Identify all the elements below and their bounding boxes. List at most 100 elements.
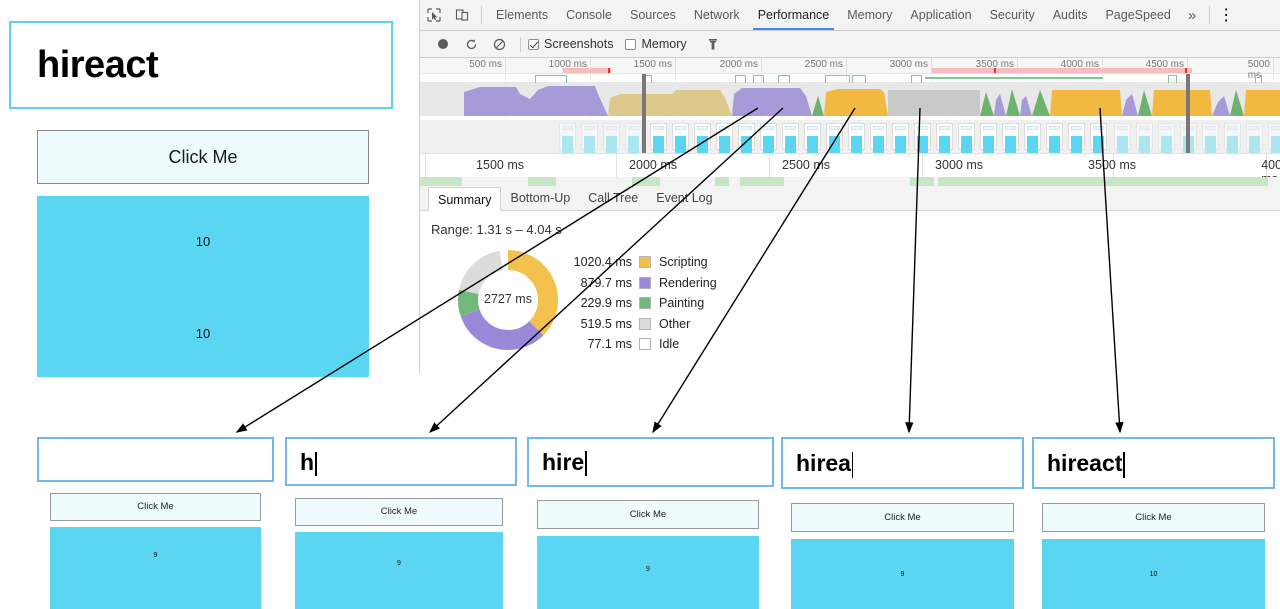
filmstrip-frame: [958, 123, 975, 153]
filmstrip-frame: [892, 123, 909, 153]
timeline-tick-2: 2500 ms: [782, 158, 830, 172]
overview-tick-4: 2500 ms: [804, 59, 843, 70]
overview-tick-3: 2000 ms: [719, 59, 758, 70]
timeline-tick-0: 1500 ms: [476, 158, 524, 172]
filmstrip-frame: [848, 123, 865, 153]
checkbox-box-memory[interactable]: [625, 38, 637, 50]
legend-value-idle: 77.1 ms: [587, 337, 632, 352]
filmstrip-frame: [1202, 123, 1219, 153]
performance-toolbar: Screenshots Memory: [420, 31, 1280, 58]
tab-console[interactable]: Console: [557, 0, 621, 30]
filmstrip-frame: [980, 123, 997, 153]
devtools-tabbar: Elements Console Sources Network Perform…: [420, 0, 1280, 31]
filmstrip-frame: [1158, 123, 1175, 153]
filmstrip-frame: [1002, 123, 1019, 153]
kebab-menu-icon[interactable]: ⋮: [1215, 0, 1237, 30]
thumb-box-3: 9: [537, 536, 759, 609]
thumb-box-value-4: 9: [900, 571, 905, 578]
tab-event-log[interactable]: Event Log: [647, 186, 721, 210]
legend-value-scripting: 1020.4 ms: [573, 255, 632, 270]
filmstrip-frame: [1246, 123, 1263, 153]
checkbox-box-screenshots[interactable]: [528, 38, 539, 50]
tab-bottom-up[interactable]: Bottom-Up: [501, 186, 579, 210]
legend-row-painting: 229.9 ms Painting: [560, 293, 717, 314]
tab-pagespeed[interactable]: PageSpeed: [1096, 0, 1179, 30]
legend-row-idle: 77.1 ms Idle: [560, 334, 717, 355]
app-text-input[interactable]: hireact: [9, 21, 393, 109]
device-toolbar-icon[interactable]: [448, 0, 476, 30]
filmstrip-frame: [625, 123, 642, 153]
summary-donut-chart: 2727 ms: [456, 248, 560, 357]
thumb-input-2[interactable]: h: [285, 437, 517, 486]
timeline-overview[interactable]: 500 ms 1000 ms 1500 ms 2000 ms 2500 ms 3…: [420, 58, 1280, 186]
tab-summary[interactable]: Summary: [428, 187, 502, 211]
app-click-me-button[interactable]: Click Me: [37, 130, 369, 184]
legend-swatch-rendering: [639, 276, 651, 289]
thumb-input-1[interactable]: [37, 437, 274, 482]
filmstrip-frame: [782, 123, 799, 153]
filmstrip-frame: [826, 123, 843, 153]
legend-row-other: 519.5 ms Other: [560, 314, 717, 335]
thumb-input-4[interactable]: hirea: [781, 437, 1024, 489]
legend-label-painting: Painting: [659, 296, 705, 311]
timeline-tick-4: 3500 ms: [1088, 158, 1136, 172]
overview-ruler[interactable]: 500 ms 1000 ms 1500 ms 2000 ms 2500 ms 3…: [420, 58, 1280, 81]
filmstrip-frame: [1268, 123, 1280, 153]
app-result-value-top: 10: [195, 234, 211, 249]
tab-application[interactable]: Application: [901, 0, 980, 30]
filmstrip-frame: [804, 123, 821, 153]
thumb-box-1: 9: [50, 527, 261, 609]
flame-chart-strip-wrap: [420, 177, 1280, 186]
legend-row-rendering: 879.7 ms Rendering: [560, 273, 717, 294]
thumb-button-3[interactable]: Click Me: [537, 500, 759, 529]
clear-icon[interactable]: [485, 38, 513, 51]
cpu-usage-chart[interactable]: [420, 74, 1280, 118]
tab-memory[interactable]: Memory: [838, 0, 901, 30]
thumb-input-3[interactable]: hire: [527, 437, 774, 487]
tab-audits[interactable]: Audits: [1044, 0, 1097, 30]
tab-elements[interactable]: Elements: [487, 0, 557, 30]
thumb-box-value-1: 9: [153, 552, 158, 559]
frame-thumbnail-3: hire Click Me 9: [527, 437, 774, 609]
details-tabbar: Summary Bottom-Up Call Tree Event Log: [420, 186, 1280, 211]
thumb-box-2: 9: [295, 532, 503, 609]
tab-sources[interactable]: Sources: [621, 0, 685, 30]
flame-chart-strip[interactable]: [420, 177, 1280, 186]
filmstrip-frame: [760, 123, 777, 153]
tab-call-tree[interactable]: Call Tree: [579, 186, 647, 210]
filmstrip-frame: [1024, 123, 1041, 153]
trash-icon[interactable]: [699, 38, 727, 51]
legend-swatch-other: [639, 317, 651, 330]
thumb-box-value-5: 10: [1149, 571, 1158, 578]
inspect-element-icon[interactable]: [420, 0, 448, 30]
thumb-button-4[interactable]: Click Me: [791, 503, 1014, 532]
filmstrip-frame: [936, 123, 953, 153]
tab-performance[interactable]: Performance: [749, 0, 839, 30]
overview-tick-0: 500 ms: [469, 59, 502, 70]
thumb-input-value-4: hirea: [796, 450, 851, 476]
thumb-box-5: 10: [1042, 539, 1265, 609]
overview-tick-5: 3000 ms: [889, 59, 928, 70]
selection-handle-right[interactable]: [1186, 74, 1190, 153]
record-circle-icon[interactable]: [429, 38, 457, 50]
tab-network[interactable]: Network: [685, 0, 749, 30]
thumb-input-value-3: hire: [542, 449, 585, 475]
tab-security[interactable]: Security: [981, 0, 1044, 30]
thumb-button-1[interactable]: Click Me: [50, 493, 261, 521]
frame-thumbnail-4: hirea Click Me 9: [781, 437, 1024, 609]
thumb-button-2[interactable]: Click Me: [295, 498, 503, 526]
thumb-input-5[interactable]: hireact: [1032, 437, 1275, 489]
timeline-ruler[interactable]: 1500 ms 2000 ms 2500 ms 3000 ms 3500 ms …: [420, 153, 1280, 186]
thumb-button-5[interactable]: Click Me: [1042, 503, 1265, 532]
more-tabs-icon[interactable]: »: [1180, 0, 1204, 30]
screenshots-checkbox[interactable]: Screenshots: [528, 37, 613, 51]
selection-handle-left[interactable]: [642, 74, 646, 153]
details-wrap: Summary Bottom-Up Call Tree Event Log Ra…: [420, 186, 1280, 371]
filmstrip-track[interactable]: [420, 120, 1280, 153]
legend-label-idle: Idle: [659, 337, 680, 352]
memory-checkbox[interactable]: Memory: [625, 37, 687, 51]
filmstrip-frame: [650, 123, 667, 153]
legend-swatch-painting: [639, 297, 651, 310]
filmstrip-frame: [603, 123, 620, 153]
reload-record-icon[interactable]: [457, 38, 485, 51]
